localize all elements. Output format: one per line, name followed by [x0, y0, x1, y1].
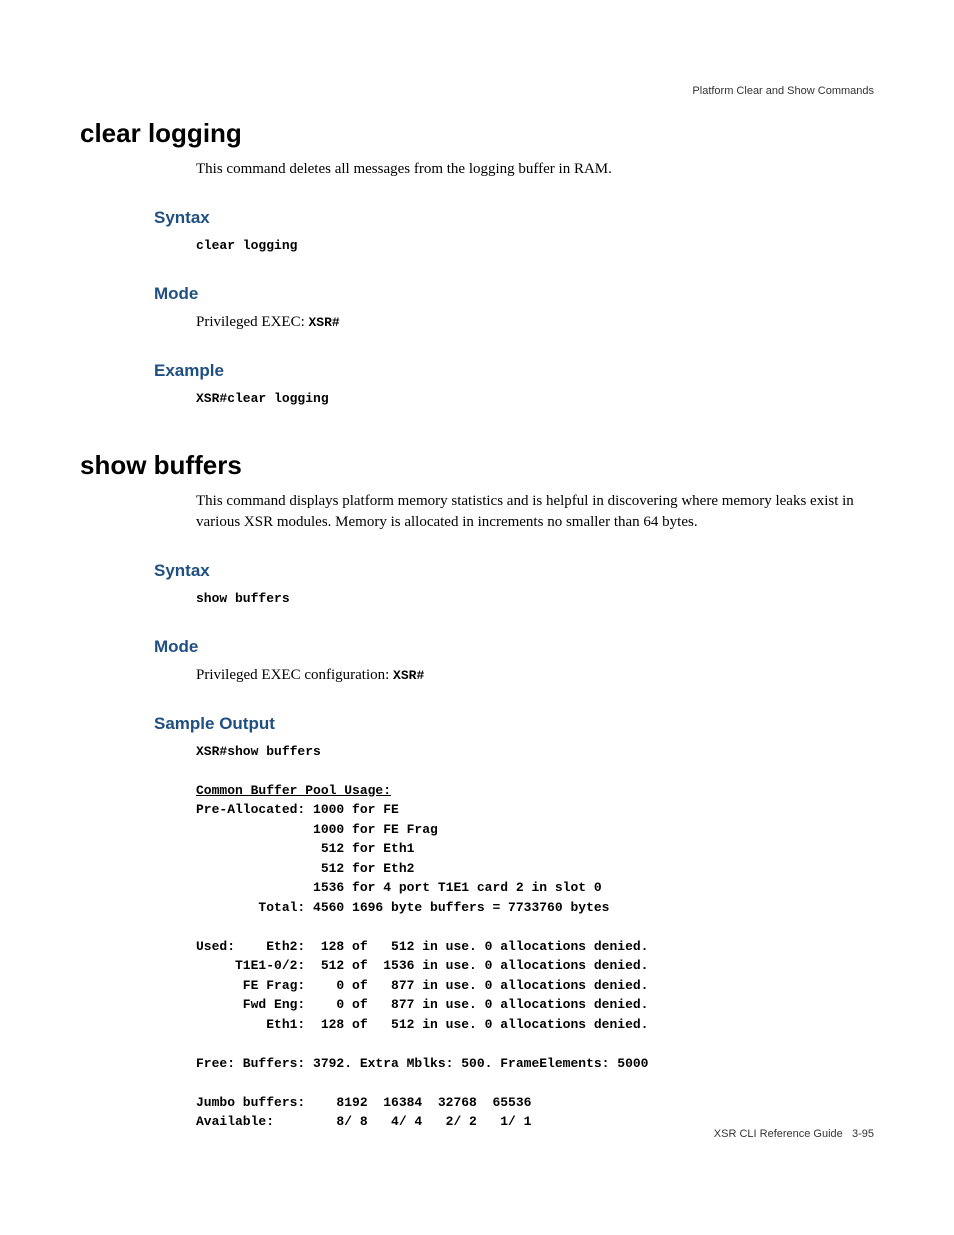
sample-line: 1536 for 4 port T1E1 card 2 in slot 0: [196, 878, 874, 898]
section-syntax: Syntax: [154, 561, 874, 581]
sample-line-header: Common Buffer Pool Usage:: [196, 781, 874, 801]
mode-text: Privileged EXEC configuration: XSR#: [196, 665, 874, 686]
sample-line: FE Frag: 0 of 877 in use. 0 allocations …: [196, 976, 874, 996]
mode-prompt: XSR#: [309, 315, 340, 330]
sample-line: [196, 1073, 874, 1093]
sample-line: [196, 1034, 874, 1054]
syntax-code: clear logging: [196, 236, 874, 256]
sample-line: T1E1-0/2: 512 of 1536 in use. 0 allocati…: [196, 956, 874, 976]
mode-text: Privileged EXEC: XSR#: [196, 312, 874, 333]
page-footer: XSR CLI Reference Guide 3-95: [714, 1128, 874, 1140]
section-mode: Mode: [154, 637, 874, 657]
sample-line: 1000 for FE Frag: [196, 820, 874, 840]
sample-line: [196, 917, 874, 937]
sample-line: [196, 761, 874, 781]
sample-line: Pre-Allocated: 1000 for FE: [196, 800, 874, 820]
example-code: XSR#clear logging: [196, 389, 874, 409]
sample-line: 512 for Eth2: [196, 859, 874, 879]
command-desc: This command deletes all messages from t…: [196, 159, 874, 180]
mode-prefix: Privileged EXEC:: [196, 314, 309, 330]
sample-line: 512 for Eth1: [196, 839, 874, 859]
footer-book: XSR CLI Reference Guide: [714, 1128, 843, 1140]
document-page: Platform Clear and Show Commands clear l…: [0, 0, 954, 1235]
sample-line: Free: Buffers: 3792. Extra Mblks: 500. F…: [196, 1054, 874, 1074]
mode-prefix: Privileged EXEC configuration:: [196, 667, 393, 683]
mode-prompt: XSR#: [393, 668, 424, 683]
sample-line: Eth1: 128 of 512 in use. 0 allocations d…: [196, 1015, 874, 1035]
syntax-code: show buffers: [196, 589, 874, 609]
section-sample-output: Sample Output: [154, 714, 874, 734]
sample-line: Total: 4560 1696 byte buffers = 7733760 …: [196, 898, 874, 918]
command-desc: This command displays platform memory st…: [196, 491, 874, 533]
command-title-show-buffers: show buffers: [80, 450, 874, 481]
sample-line: Used: Eth2: 128 of 512 in use. 0 allocat…: [196, 937, 874, 957]
section-example: Example: [154, 361, 874, 381]
sample-line: Fwd Eng: 0 of 877 in use. 0 allocations …: [196, 995, 874, 1015]
footer-page: 3-95: [852, 1128, 874, 1140]
section-mode: Mode: [154, 284, 874, 304]
section-syntax: Syntax: [154, 208, 874, 228]
sample-cmd: XSR#show buffers: [196, 742, 874, 762]
command-title-clear-logging: clear logging: [80, 118, 874, 149]
running-header: Platform Clear and Show Commands: [692, 85, 874, 97]
sample-line: Jumbo buffers: 8192 16384 32768 65536: [196, 1093, 874, 1113]
